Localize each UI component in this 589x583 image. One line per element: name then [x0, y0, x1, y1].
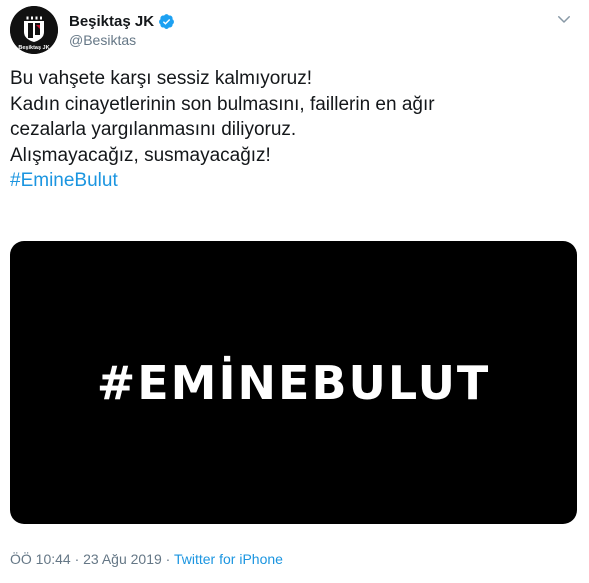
avatar[interactable]: Beşiktaş JK — [10, 6, 58, 54]
tweet-text: Bu vahşete karşı sessiz kalmıyoruz! Kadı… — [10, 66, 579, 194]
media-image[interactable]: #EMİNEBULUT — [10, 241, 577, 524]
source-link[interactable]: Twitter for iPhone — [174, 551, 283, 567]
besiktas-logo-icon: Beşiktaş JK — [10, 6, 58, 54]
avatar-caption: Beşiktaş JK — [18, 45, 49, 51]
media-hashtag-text: #EMİNEBULUT — [96, 355, 491, 410]
author-names: Beşiktaş JK @Besiktas — [69, 11, 175, 48]
display-name[interactable]: Beşiktaş JK — [69, 13, 154, 30]
tweet-metadata: ÖÖ 10:44 · 23 Ağu 2019 · Twitter for iPh… — [10, 551, 283, 567]
tweet-header: Beşiktaş JK Beşiktaş JK @Besiktas — [10, 6, 579, 58]
author-handle[interactable]: @Besiktas — [69, 32, 175, 48]
timestamp[interactable]: ÖÖ 10:44 · 23 Ağu 2019 — [10, 551, 162, 567]
display-name-row: Beşiktaş JK — [69, 11, 175, 31]
verified-badge-icon — [159, 13, 174, 29]
tweet-text-line: Bu vahşete karşı sessiz kalmıyoruz! — [10, 68, 312, 89]
tweet-text-line: cezalarla yargılanmasını diliyoruz. — [10, 119, 297, 140]
hashtag-link[interactable]: #EmineBulut — [10, 170, 118, 191]
tweet-text-line: Kadın cinayetlerinin son bulmasını, fail… — [10, 93, 435, 115]
tweet-text-line: Alışmayacağız, susmayacağız! — [10, 144, 271, 166]
meta-separator: · — [161, 551, 174, 567]
tweet-card: Beşiktaş JK Beşiktaş JK @Besiktas Bu vah… — [0, 0, 589, 583]
chevron-down-icon[interactable] — [555, 10, 573, 28]
